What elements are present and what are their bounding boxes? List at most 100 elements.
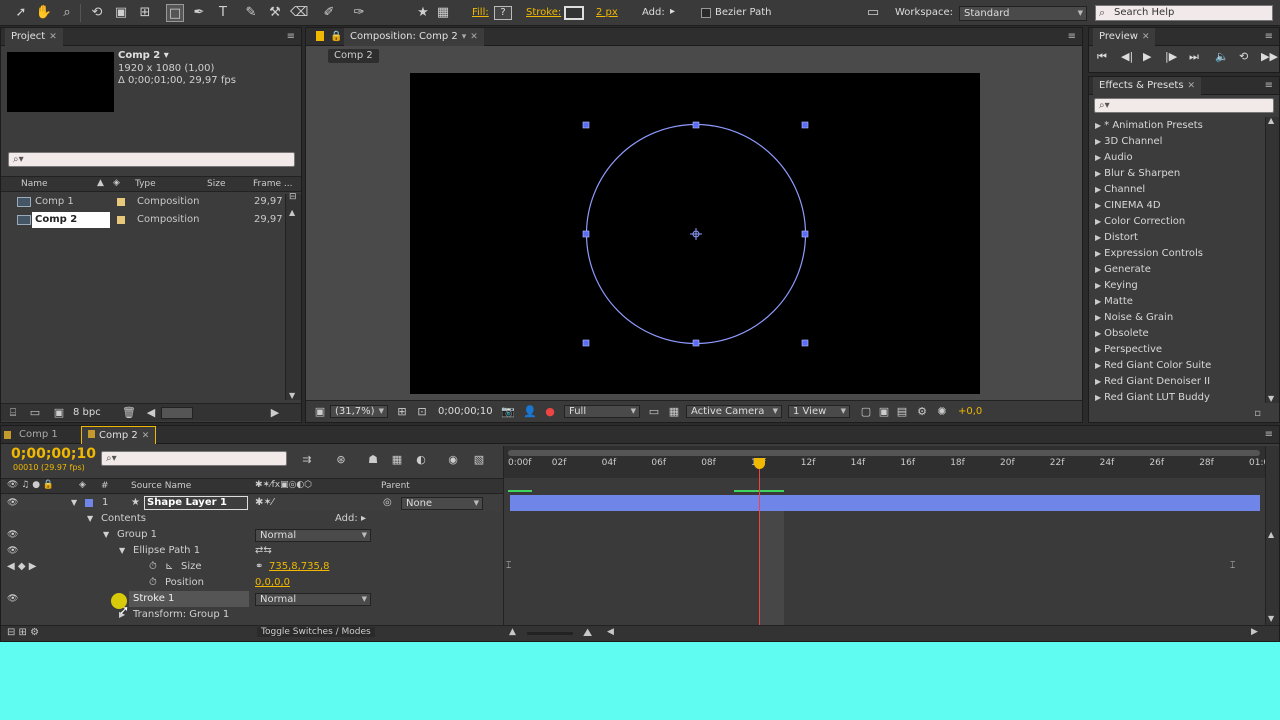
channel-icon[interactable]: ● <box>542 405 558 419</box>
hide-shy-layers-icon[interactable]: ▦ <box>389 453 405 467</box>
roto-brush-tool-icon[interactable]: ✐ <box>320 4 338 22</box>
comp-info-name[interactable]: Comp 2 ▾ <box>118 50 169 61</box>
panel-menu-icon[interactable]: ≡ <box>1068 31 1076 42</box>
expand-triangle-icon[interactable]: ▶ <box>1095 345 1101 354</box>
zoom-tool-icon[interactable]: ⌕ <box>58 4 76 22</box>
effects-category-item[interactable]: ▶ Matte <box>1089 294 1265 310</box>
stroke-label[interactable]: Stroke: <box>526 7 561 18</box>
shape-layer-icon[interactable]: ▦ <box>434 4 452 22</box>
size-property-row[interactable]: ◀ ◆ ▶ ⏱ ⊾ Size ⚭ 735,8,735,8 <box>1 559 501 575</box>
time-ruler[interactable]: 0:00f02f04f06f08f10f12f14f16f18f20f22f24… <box>504 446 1275 478</box>
effects-scrollbar[interactable]: ▲ ▼ <box>1265 116 1279 403</box>
zoom-out-icon[interactable]: ▲ <box>509 627 516 637</box>
expand-triangle-icon[interactable]: ▶ <box>1095 329 1101 338</box>
transparency-grid-icon[interactable]: ⊡ <box>414 405 430 419</box>
graph-editor-icon[interactable]: ▧ <box>471 453 487 467</box>
snapshot-icon[interactable]: 📷 <box>500 405 516 419</box>
ram-preview-icon[interactable]: ▶▶ <box>1261 50 1278 63</box>
visibility-eye-icon[interactable]: 👁 <box>7 495 18 511</box>
project-item-comp1[interactable]: Comp 1 Composition 29,97 <box>1 194 301 210</box>
expand-triangle-icon[interactable]: ▶ <box>1095 169 1101 178</box>
expand-triangle-icon[interactable]: ▶ <box>1095 217 1101 226</box>
expand-triangle-icon[interactable]: ▶ <box>1095 249 1101 258</box>
zoom-in-icon[interactable]: ⛰ <box>583 626 592 640</box>
current-time-display[interactable]: 0;00;00;10 <box>438 406 493 417</box>
project-search-input[interactable]: ⌕▾ <box>8 152 295 167</box>
flowchart-icon[interactable]: ⊟ <box>289 192 297 202</box>
new-folder-icon[interactable]: ▭ <box>27 406 43 420</box>
keyframe-end-icon[interactable]: ⌶ <box>1230 561 1235 571</box>
group-1-blend-mode-select[interactable]: Normal <box>255 529 371 542</box>
timeline-timecode[interactable]: 0;00;00;10 <box>11 446 96 462</box>
expand-triangle-icon[interactable]: ▶ <box>1095 393 1101 402</box>
tab-effects-presets[interactable]: Effects & Presets ✕ <box>1093 77 1202 95</box>
toggle-switches-modes-button[interactable]: Toggle Switches / Modes <box>257 627 375 637</box>
resolution-select[interactable]: Full <box>564 405 640 418</box>
effects-category-item[interactable]: ▶ Distort <box>1089 230 1265 246</box>
layer-name[interactable]: Shape Layer 1 <box>144 496 248 510</box>
h-scroll-thumb[interactable] <box>161 407 193 419</box>
position-property-row[interactable]: ⏱ Position 0,0,0,0 <box>1 575 501 591</box>
timeline-icon[interactable]: ▤ <box>894 405 910 419</box>
pick-whip-icon[interactable]: ◎ <box>383 495 392 511</box>
tab-preview[interactable]: Preview ✕ <box>1093 28 1156 46</box>
toggle-transparency-icon[interactable]: ▦ <box>666 405 682 419</box>
expand-triangle-icon[interactable]: ▶ <box>1095 233 1101 242</box>
panel-menu-icon[interactable]: ≡ <box>1265 80 1273 91</box>
reset-exposure-icon[interactable]: ✺ <box>934 405 950 419</box>
project-item-name-selected[interactable]: Comp 2 <box>32 212 110 228</box>
tab-project[interactable]: Project ✕ <box>5 28 63 46</box>
parent-select[interactable]: None <box>401 497 483 510</box>
work-area-bar[interactable] <box>504 478 1266 494</box>
show-snapshot-icon[interactable]: 👤 <box>522 405 538 419</box>
size-value[interactable]: 735,8,735,8 <box>269 559 329 575</box>
effects-category-item[interactable]: ▶ 3D Channel <box>1089 134 1265 150</box>
add-menu-icon[interactable]: ▸ <box>670 6 675 17</box>
effects-category-item[interactable]: ▶ Expression Controls <box>1089 246 1265 262</box>
brush-tool-icon[interactable]: ✎ <box>242 4 260 22</box>
exposure-value[interactable]: +0,0 <box>958 406 982 417</box>
keyframe-nav-icon[interactable]: ◀ ◆ ▶ <box>7 559 36 575</box>
label-color-swatch[interactable] <box>117 198 125 206</box>
tab-composition[interactable]: Composition: Comp 2 ▾ ✕ <box>344 28 484 46</box>
effects-category-item[interactable]: ▶ Noise & Grain <box>1089 310 1265 326</box>
effects-category-item[interactable]: ▶ Generate <box>1089 262 1265 278</box>
live-update-icon[interactable]: ⊛ <box>333 453 349 467</box>
play-icon[interactable]: ▶ <box>1143 50 1151 63</box>
new-composition-icon[interactable]: ▣ <box>51 406 67 420</box>
layer-switches[interactable]: ✱✶⁄ <box>255 495 273 511</box>
frame-blending-icon[interactable]: ◐ <box>413 453 429 467</box>
fill-swatch[interactable]: ? <box>494 6 512 20</box>
panel-menu-icon[interactable]: ≡ <box>1265 31 1273 42</box>
effects-search-input[interactable]: ⌕▾ <box>1094 98 1274 113</box>
effects-category-item[interactable]: ▶ Color Correction <box>1089 214 1265 230</box>
project-item-comp2[interactable]: Comp 2 Composition 29,97 <box>1 212 301 228</box>
scroll-right-icon[interactable]: ▶ <box>1251 627 1258 637</box>
expand-triangle-icon[interactable]: ▶ <box>1095 361 1101 370</box>
camera-tool-icon[interactable]: ▣ <box>112 4 130 22</box>
stopwatch-icon[interactable]: ⏱ <box>149 575 157 591</box>
safe-zones-icon[interactable]: ⊞ <box>394 405 410 419</box>
expand-triangle-icon[interactable]: ▶ <box>1095 313 1101 322</box>
effects-category-item[interactable]: ▶ Red Giant Color Suite <box>1089 358 1265 374</box>
puppet-pin-tool-icon[interactable]: ✑ <box>350 4 368 22</box>
timeline-scrollbar[interactable]: ▲ ▼ <box>1265 446 1279 625</box>
expand-triangle-icon[interactable]: ▶ <box>1095 281 1101 290</box>
tab-comp-2[interactable]: Comp 2 ✕ <box>81 426 157 444</box>
draft-3d-icon[interactable]: ☗ <box>365 453 381 467</box>
fast-previews-icon[interactable]: ▣ <box>876 405 892 419</box>
new-preset-icon[interactable]: ▫ <box>1254 408 1261 419</box>
clone-stamp-tool-icon[interactable]: ⚒ <box>266 4 284 22</box>
effects-category-item[interactable]: ▶ Keying <box>1089 278 1265 294</box>
eraser-tool-icon[interactable]: ⌫ <box>290 4 308 22</box>
type-tool-icon[interactable]: T <box>214 4 232 22</box>
project-scrollbar[interactable]: ⊟ ▲ ▼ <box>285 192 301 400</box>
last-frame-icon[interactable]: ⏭ <box>1189 50 1199 64</box>
visibility-eye-icon[interactable]: 👁 <box>7 543 18 559</box>
label-color-swatch[interactable] <box>117 216 125 224</box>
expand-triangle-icon[interactable]: ▼ <box>71 495 77 511</box>
tab-comp-1[interactable]: Comp 1 <box>4 426 64 444</box>
keyframe-start-icon[interactable]: ⌶ <box>506 561 511 571</box>
effects-category-item[interactable]: ▶ Red Giant Denoiser II <box>1089 374 1265 390</box>
interpret-footage-icon[interactable]: ⌸ <box>5 406 21 420</box>
